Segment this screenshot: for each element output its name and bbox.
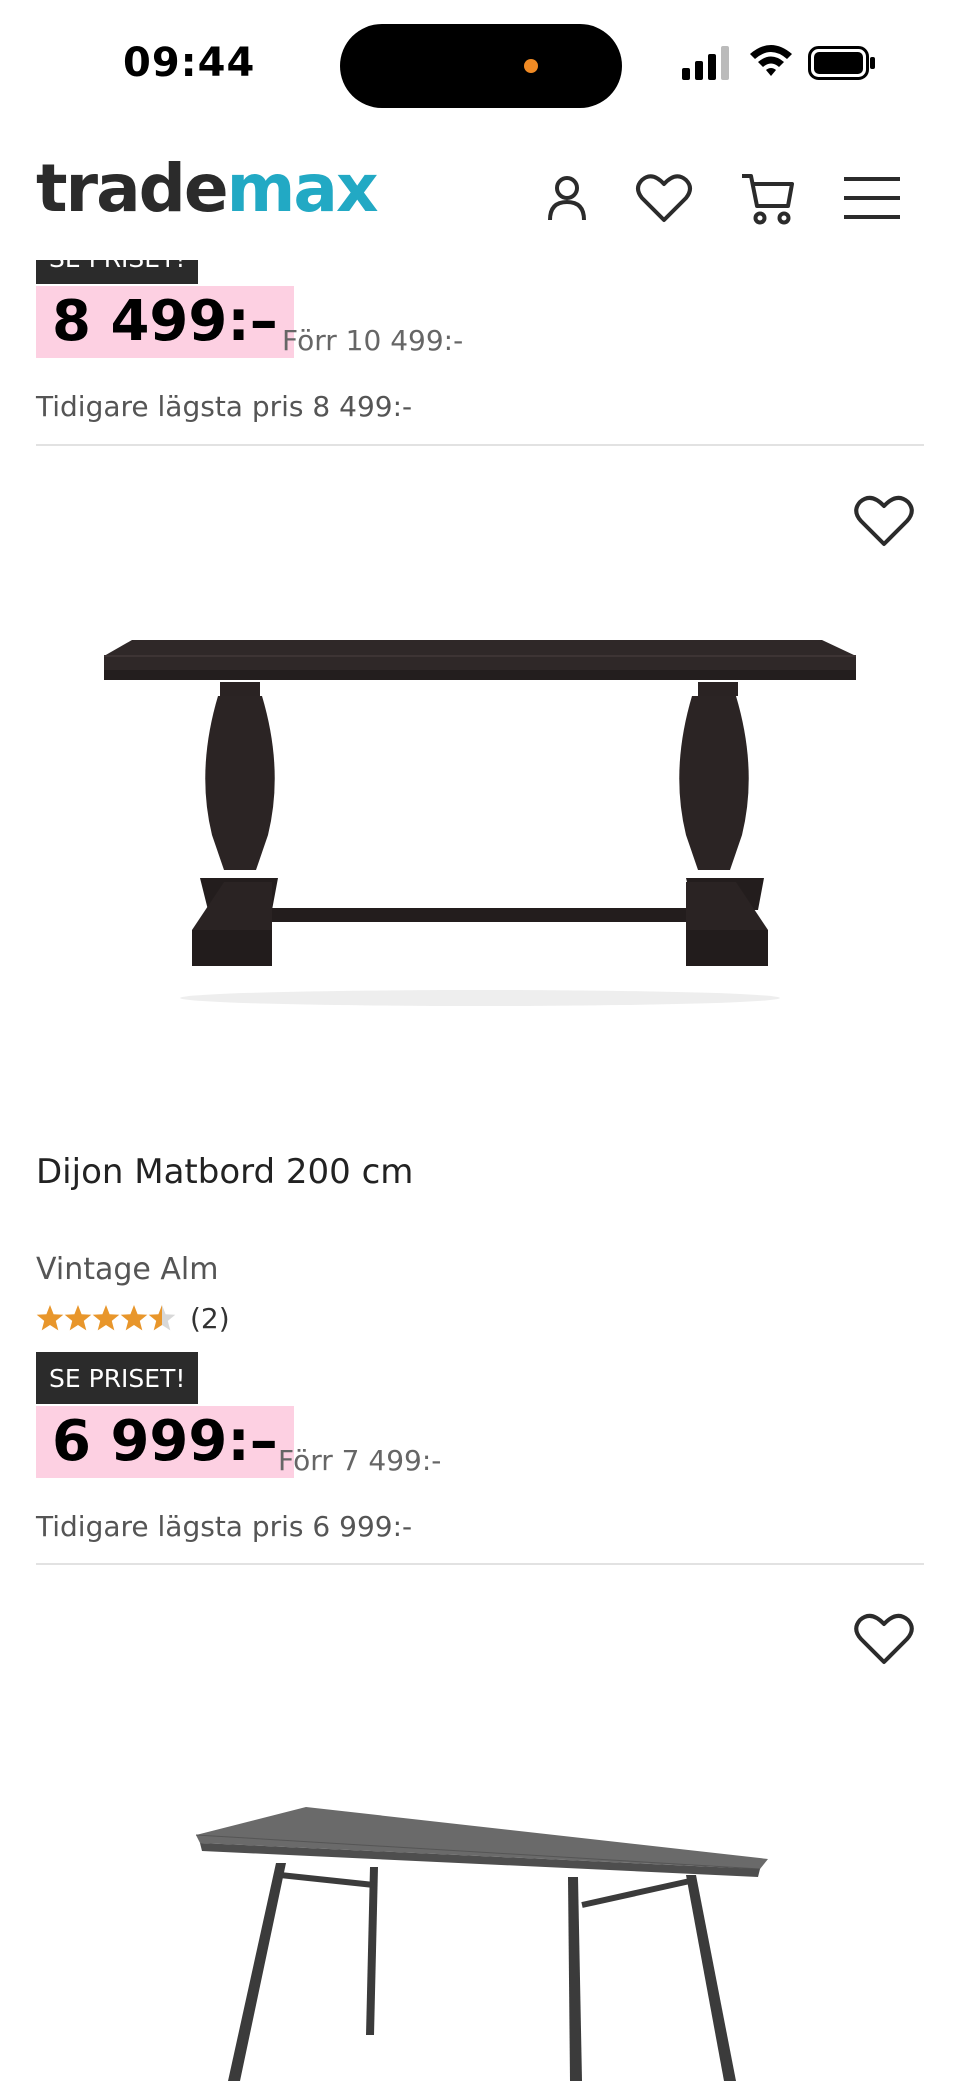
previous-price: Förr 10 499:-: [282, 324, 464, 357]
product-variant: Vintage Alm: [36, 1252, 219, 1287]
product-price: 8 499:–: [36, 286, 294, 358]
lowest-price-note: Tidigare lägsta pris 6 999:-: [36, 1510, 413, 1543]
product-image-grey-table[interactable]: [180, 1805, 780, 2081]
favorite-heart-icon[interactable]: [852, 1608, 916, 1668]
account-icon[interactable]: [537, 168, 597, 228]
status-time: 09:44: [123, 40, 256, 86]
status-bar: 09:44: [0, 0, 960, 130]
rating-stars-icon: [36, 1304, 176, 1330]
dynamic-island: [340, 24, 622, 108]
review-count[interactable]: (2): [190, 1302, 230, 1335]
cart-icon[interactable]: [738, 168, 798, 228]
product-divider: [36, 1563, 924, 1565]
lowest-price-note: Tidigare lägsta pris 8 499:-: [36, 390, 413, 423]
price-badge: SE PRISET!: [36, 1352, 199, 1404]
wifi-icon: [750, 45, 792, 76]
product-title[interactable]: Dijon Matbord 200 cm: [36, 1152, 413, 1192]
product-price: 6 999:–: [36, 1406, 294, 1478]
trademax-logo[interactable]: trademax: [36, 156, 379, 222]
product-divider: [36, 444, 924, 446]
site-header: trademax: [0, 130, 960, 260]
cellular-signal-icon: [682, 46, 729, 80]
wishlist-icon[interactable]: [634, 168, 694, 228]
previous-price: Förr 7 499:-: [278, 1444, 442, 1477]
battery-icon: [808, 46, 875, 80]
recording-indicator-icon: [524, 59, 538, 73]
product-image-dijon-table[interactable]: [100, 630, 860, 1010]
product-rating: (2): [36, 1302, 230, 1335]
favorite-heart-icon[interactable]: [852, 490, 916, 550]
menu-icon[interactable]: [842, 168, 902, 228]
